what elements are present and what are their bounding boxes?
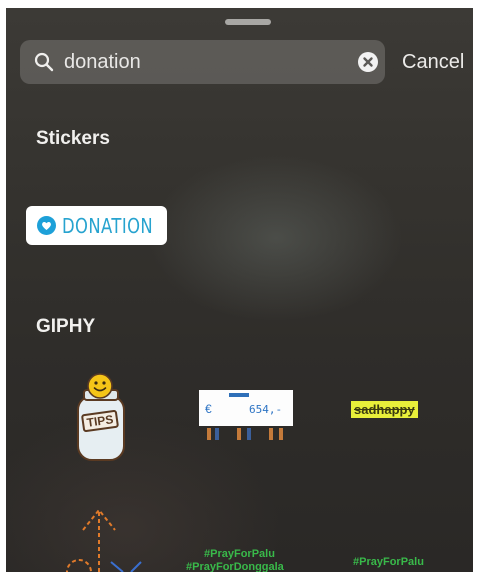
gif-tips-jar[interactable]: TIPS	[66, 372, 136, 464]
gif-sadhappy[interactable]: sadhappy	[351, 401, 443, 421]
donation-sticker-label: DONATION	[62, 214, 154, 238]
gif-pray-for-palu-donggala[interactable]: #PrayForPalu #PrayForDonggala	[184, 548, 314, 572]
gif-pray-for-palu[interactable]: #PrayForPalu	[353, 556, 443, 572]
check-sign-illustration	[199, 390, 293, 440]
dashed-arrow-illustration	[66, 508, 142, 572]
check-currency: €	[205, 402, 212, 416]
pray-donggala-text: #PrayForDonggala	[186, 561, 284, 572]
cancel-button[interactable]: Cancel	[402, 51, 464, 74]
clear-icon	[363, 57, 373, 67]
search-input[interactable]	[64, 49, 354, 75]
sadhappy-label: sadhappy	[351, 401, 418, 418]
gif-dashed-arrow[interactable]	[61, 506, 156, 572]
stickers-section-title: Stickers	[36, 128, 110, 149]
giphy-section-title: GIPHY	[36, 316, 96, 337]
smiley-icon	[86, 372, 114, 400]
check-amount: 654,-	[249, 403, 283, 416]
search-icon	[34, 52, 54, 72]
pray-palu-text-2: #PrayForPalu	[353, 556, 424, 568]
clear-search-button[interactable]	[358, 52, 378, 72]
pray-palu-text: #PrayForPalu	[204, 548, 275, 560]
heart-icon	[37, 216, 56, 235]
sheet-grabber[interactable]	[225, 19, 271, 25]
sticker-search-sheet: Cancel Stickers DONATION GIPHY TIPS	[6, 8, 473, 572]
donation-sticker[interactable]: DONATION	[26, 206, 167, 245]
search-bar[interactable]	[20, 40, 385, 84]
gif-donation-check[interactable]: € 654,-	[199, 390, 294, 444]
